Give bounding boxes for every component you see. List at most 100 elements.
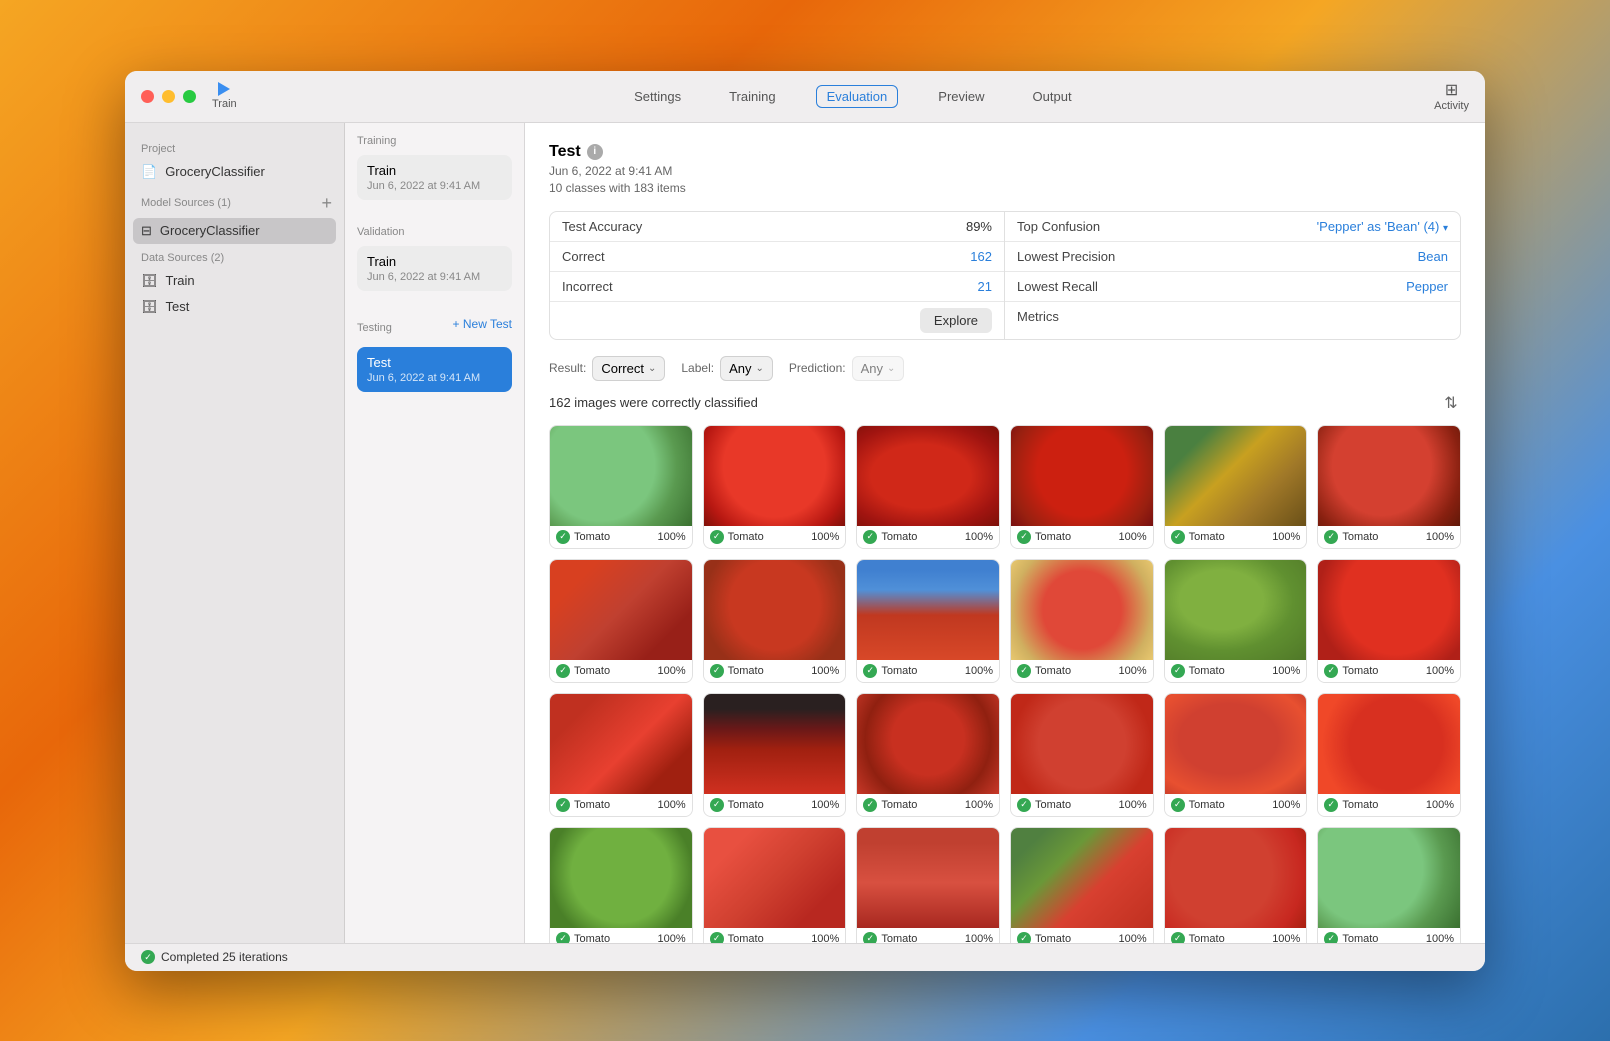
image-card[interactable]: ✓Tomato100%	[1010, 559, 1154, 683]
maximize-button[interactable]	[183, 90, 196, 103]
sidebar-item-test[interactable]: 🗄 Test	[125, 294, 344, 320]
image-confidence: 100%	[658, 531, 686, 543]
metrics-link[interactable]: Metrics	[1017, 309, 1059, 324]
result-select[interactable]: Correct ⌄	[592, 356, 665, 381]
check-icon: ✓	[1171, 932, 1185, 943]
top-confusion-value[interactable]: 'Pepper' as 'Bean' (4) ▾	[1317, 219, 1448, 234]
check-icon: ✓	[1324, 798, 1338, 812]
test-header: Test i Jun 6, 2022 at 9:41 AM 10 classes…	[549, 143, 1461, 195]
preview-tab[interactable]: Preview	[930, 85, 992, 108]
image-card[interactable]: ✓Tomato100%	[856, 693, 1000, 817]
image-label-row: ✓Tomato100%	[857, 526, 999, 548]
image-label-row: ✓Tomato100%	[704, 928, 846, 943]
accuracy-label: Test Accuracy	[562, 219, 966, 234]
image-confidence: 100%	[965, 531, 993, 543]
image-grid: ✓Tomato100%✓Tomato100%✓Tomato100%✓Tomato…	[549, 425, 1461, 943]
top-confusion-row: Top Confusion 'Pepper' as 'Bean' (4) ▾	[1005, 212, 1460, 242]
lowest-precision-row: Lowest Precision Bean	[1005, 242, 1460, 272]
image-card[interactable]: ✓Tomato100%	[703, 693, 847, 817]
image-class-label: Tomato	[1035, 933, 1115, 943]
model-sources-label: Model Sources (1) +	[125, 185, 344, 218]
output-tab[interactable]: Output	[1025, 85, 1080, 108]
testing-section-label: Testing	[357, 322, 392, 334]
test-date: Jun 6, 2022 at 9:41 AM	[549, 164, 1461, 178]
image-card[interactable]: ✓Tomato100%	[1317, 693, 1461, 817]
lowest-recall-value[interactable]: Pepper	[1406, 279, 1448, 294]
image-card[interactable]: ✓Tomato100%	[549, 559, 693, 683]
image-card[interactable]: ✓Tomato100%	[1317, 559, 1461, 683]
image-card[interactable]: ✓Tomato100%	[1164, 559, 1308, 683]
new-test-button[interactable]: + New Test	[453, 317, 512, 331]
check-icon: ✓	[556, 530, 570, 544]
close-button[interactable]	[141, 90, 154, 103]
test-classes: 10 classes with 183 items	[549, 181, 1461, 195]
image-confidence: 100%	[965, 799, 993, 811]
titlebar: Train Settings Training Evaluation Previ…	[125, 71, 1485, 123]
explore-row: Explore	[550, 302, 1004, 339]
test-label: Test	[166, 299, 190, 314]
image-card[interactable]: ✓Tomato100%	[1164, 425, 1308, 549]
image-card[interactable]: ✓Tomato100%	[1010, 425, 1154, 549]
image-card[interactable]: ✓Tomato100%	[549, 425, 693, 549]
info-icon[interactable]: i	[587, 144, 603, 160]
results-summary: 162 images were correctly classified ⇅	[549, 393, 1461, 413]
sidebar-item-model[interactable]: ⊟ GroceryClassifier	[133, 218, 336, 244]
check-icon: ✓	[863, 798, 877, 812]
check-icon: ✓	[1324, 530, 1338, 544]
image-thumbnail	[704, 560, 846, 660]
sidebar-item-train[interactable]: 🗄 Train	[125, 268, 344, 294]
test-item[interactable]: Test Jun 6, 2022 at 9:41 AM	[357, 347, 512, 392]
image-class-label: Tomato	[1035, 531, 1115, 543]
image-thumbnail	[704, 828, 846, 928]
image-class-label: Tomato	[728, 665, 808, 677]
validation-item[interactable]: Train Jun 6, 2022 at 9:41 AM	[357, 246, 512, 291]
image-label-row: ✓Tomato100%	[1011, 928, 1153, 943]
sort-button[interactable]: ⇅	[1441, 393, 1461, 413]
image-label-row: ✓Tomato100%	[1318, 660, 1460, 682]
label-filter-group: Label: Any ⌄	[681, 356, 773, 381]
image-card[interactable]: ✓Tomato100%	[1164, 827, 1308, 943]
metrics-row: Metrics	[1005, 302, 1460, 331]
image-confidence: 100%	[1272, 799, 1300, 811]
image-thumbnail	[1165, 560, 1307, 660]
explore-button[interactable]: Explore	[920, 308, 992, 333]
image-card[interactable]: ✓Tomato100%	[856, 827, 1000, 943]
check-icon: ✓	[710, 932, 724, 943]
image-confidence: 100%	[1272, 531, 1300, 543]
image-card[interactable]: ✓Tomato100%	[703, 559, 847, 683]
add-model-button[interactable]: +	[321, 193, 332, 214]
image-card[interactable]: ✓Tomato100%	[703, 827, 847, 943]
training-item[interactable]: Train Jun 6, 2022 at 9:41 AM	[357, 155, 512, 200]
image-card[interactable]: ✓Tomato100%	[856, 425, 1000, 549]
image-card[interactable]: ✓Tomato100%	[549, 693, 693, 817]
status-text: Completed 25 iterations	[161, 950, 288, 964]
image-confidence: 100%	[811, 531, 839, 543]
nav-bar: Settings Training Evaluation Preview Out…	[237, 85, 1469, 108]
evaluation-tab[interactable]: Evaluation	[816, 85, 899, 108]
image-card[interactable]: ✓Tomato100%	[1317, 827, 1461, 943]
activity-button[interactable]: ⊞ Activity	[1434, 80, 1469, 112]
minimize-button[interactable]	[162, 90, 175, 103]
image-card[interactable]: ✓Tomato100%	[1317, 425, 1461, 549]
image-card[interactable]: ✓Tomato100%	[703, 425, 847, 549]
image-confidence: 100%	[811, 933, 839, 943]
prediction-select[interactable]: Any ⌄	[852, 356, 905, 381]
lowest-precision-value[interactable]: Bean	[1418, 249, 1448, 264]
image-card[interactable]: ✓Tomato100%	[1010, 693, 1154, 817]
image-card[interactable]: ✓Tomato100%	[856, 559, 1000, 683]
image-confidence: 100%	[658, 799, 686, 811]
label-select[interactable]: Any ⌄	[720, 356, 773, 381]
lowest-precision-label: Lowest Precision	[1017, 249, 1418, 264]
check-icon: ✓	[1017, 664, 1031, 678]
image-card[interactable]: ✓Tomato100%	[1164, 693, 1308, 817]
sidebar-item-project[interactable]: 📄 GroceryClassifier	[125, 159, 344, 185]
train-button[interactable]: Train	[212, 82, 237, 110]
settings-tab[interactable]: Settings	[626, 85, 689, 108]
image-label-row: ✓Tomato100%	[1165, 794, 1307, 816]
image-card[interactable]: ✓Tomato100%	[549, 827, 693, 943]
training-tab[interactable]: Training	[721, 85, 783, 108]
image-card[interactable]: ✓Tomato100%	[1010, 827, 1154, 943]
image-label-row: ✓Tomato100%	[704, 526, 846, 548]
incorrect-label: Incorrect	[562, 279, 978, 294]
sidebar: Project 📄 GroceryClassifier Model Source…	[125, 123, 345, 943]
